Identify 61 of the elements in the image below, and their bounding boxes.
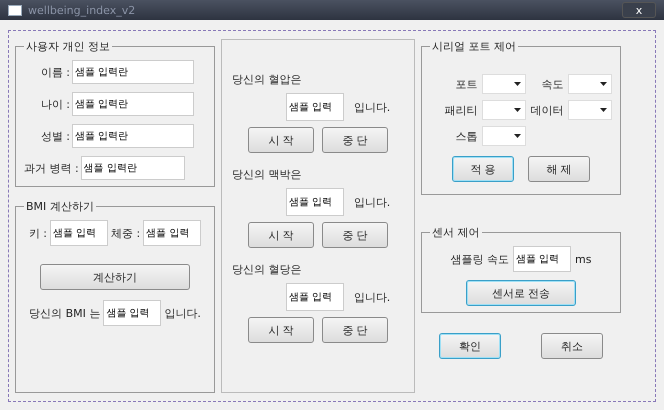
dialog-button[interactable]: 확인 (439, 333, 501, 359)
unit-label: 입니다. (354, 194, 390, 210)
unit-label: 입니다. (354, 100, 390, 114)
send-button[interactable]: 센서로 전송 (466, 280, 576, 306)
caret-icon (514, 82, 520, 86)
caret-icon (514, 108, 520, 112)
measurement-label: 당신의 혈압은 (232, 72, 302, 87)
serial-button[interactable]: 해 제 (528, 156, 590, 182)
input-field[interactable]: 샘플 입력 (286, 93, 344, 121)
input-field[interactable]: 샘플 입력란 (72, 124, 194, 148)
start-button[interactable]: 시 작 (248, 127, 314, 153)
calculate-button[interactable]: 계산하기 (40, 264, 190, 290)
input-field[interactable]: 샘플 입력 (513, 246, 572, 272)
start-button[interactable]: 시 작 (248, 317, 314, 343)
window-icon (8, 4, 22, 16)
field-label: 성별 : (40, 128, 70, 144)
field-label: 샘플링 속도 (450, 252, 510, 266)
unit-label: 입니다. (354, 290, 390, 304)
unit-label: ms (575, 252, 592, 266)
dropdown[interactable] (568, 74, 612, 94)
caret-icon (600, 108, 606, 112)
input-field[interactable]: 샘플 입력란 (72, 60, 194, 84)
result-label: 당신의 BMI 는 (29, 306, 100, 320)
window-title: wellbeing_index_v2 (28, 4, 136, 16)
group-title: BMI 계산하기 (25, 199, 95, 214)
stop-button[interactable]: 중 단 (322, 127, 388, 153)
field-label: 이름 : (40, 64, 70, 80)
close-button[interactable]: x (622, 2, 656, 18)
dropdown[interactable] (568, 100, 612, 120)
caret-icon (514, 134, 520, 138)
dropdown[interactable] (482, 74, 526, 94)
start-button[interactable]: 시 작 (248, 222, 314, 248)
caret-icon (600, 82, 606, 86)
group-title: 시리얼 포트 제어 (431, 39, 517, 54)
input-field[interactable]: 샘플 입력 (286, 188, 344, 216)
field-label: 데이터 (530, 102, 564, 118)
group-title: 사용자 개인 정보 (25, 39, 111, 54)
serial-button[interactable]: 적 용 (452, 156, 514, 182)
result-suffix: 입니다. (164, 306, 201, 320)
field-label: 패리티 (444, 102, 478, 118)
measurement-label: 당신의 혈당은 (232, 262, 302, 277)
field-label: 과거 병력 : (24, 160, 79, 176)
input-field[interactable]: 샘플 입력 (286, 283, 344, 311)
field-label: 스톱 (454, 128, 478, 144)
field-label: 포트 (454, 76, 478, 92)
input-field[interactable]: 샘플 입력란 (72, 92, 194, 116)
input-field[interactable]: 샘플 입력 (143, 220, 202, 246)
field-label: 속도 (540, 76, 564, 92)
measurement-label: 당신의 맥박은 (232, 167, 302, 182)
dialog-button[interactable]: 취소 (541, 333, 603, 359)
stop-button[interactable]: 중 단 (322, 222, 388, 248)
stop-button[interactable]: 중 단 (322, 317, 388, 343)
field-label: 체중 : (111, 226, 140, 240)
input-field[interactable]: 샘플 입력란 (80, 156, 185, 180)
group-title: 센서 제어 (431, 225, 480, 240)
input-field[interactable]: 샘플 입력 (50, 220, 108, 246)
dropdown[interactable] (482, 100, 526, 120)
field-label: 키 : (28, 226, 47, 240)
field-label: 나이 : (40, 96, 70, 112)
input-field[interactable]: 샘플 입력 (103, 300, 162, 326)
dropdown[interactable] (482, 126, 526, 146)
